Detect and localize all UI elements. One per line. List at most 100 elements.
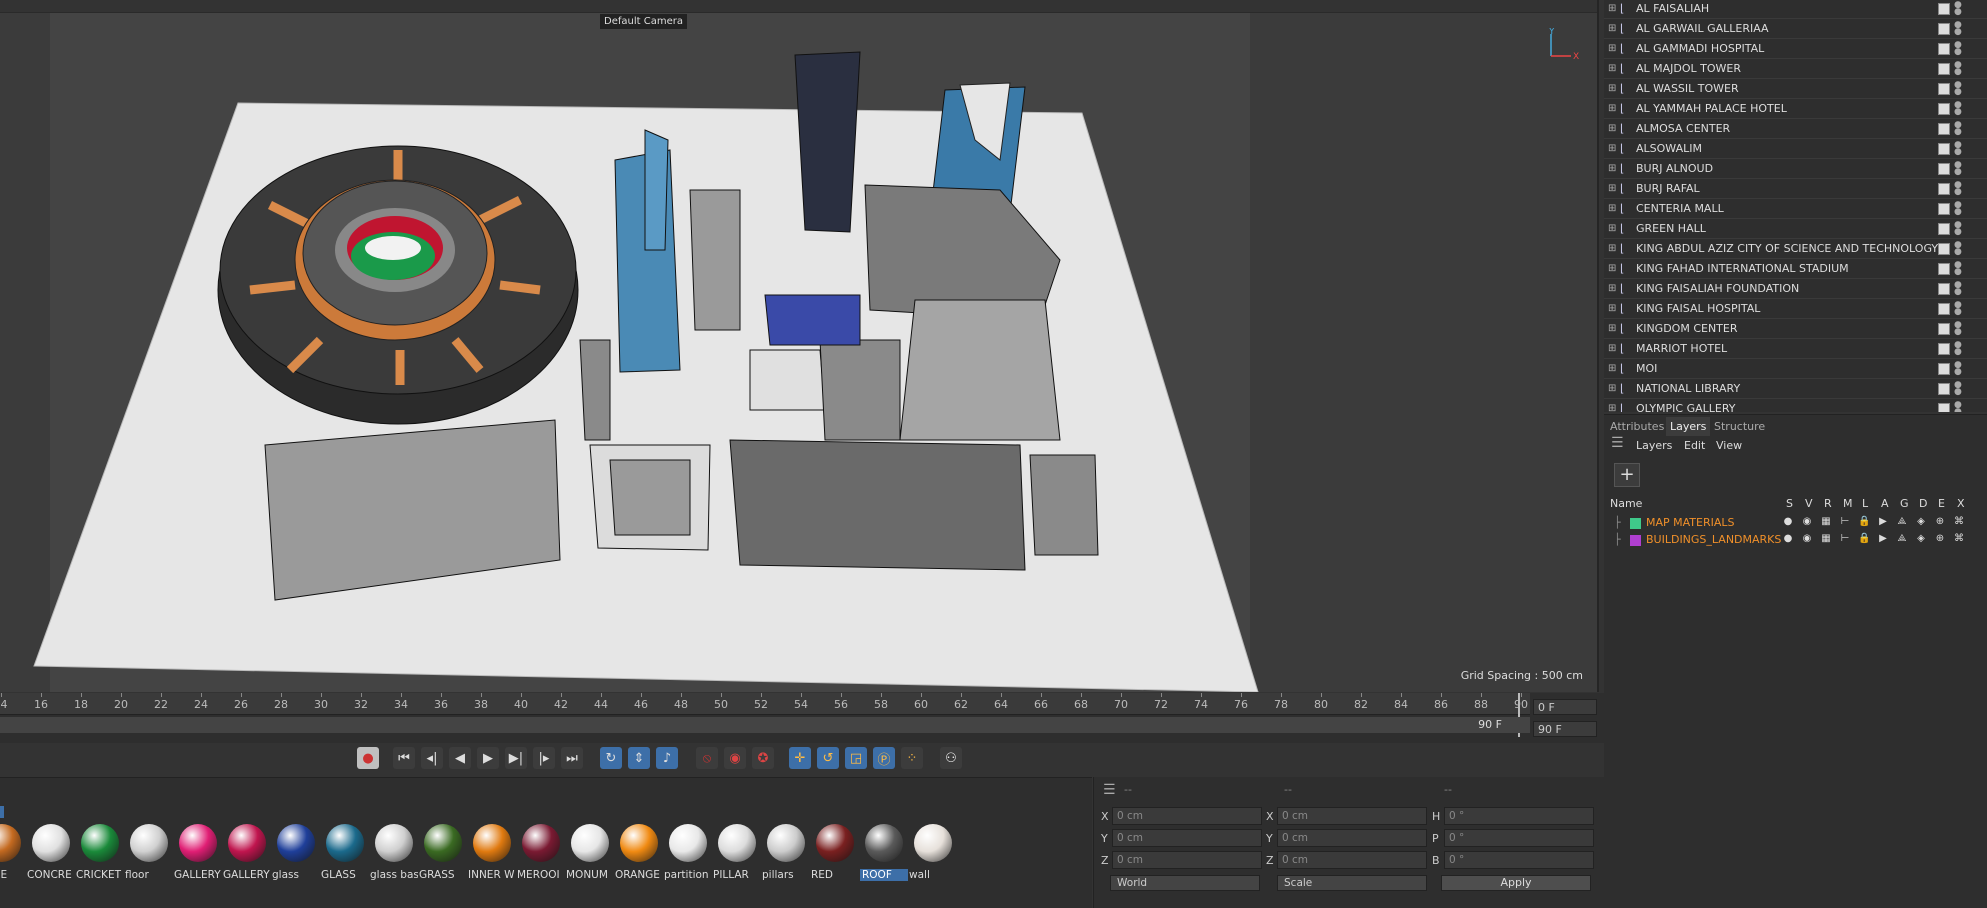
tab-attributes[interactable]: Attributes [1606, 417, 1668, 436]
menu-icon[interactable]: ☰ [1103, 782, 1116, 798]
material-swatch[interactable]: GALLERY [223, 824, 271, 888]
material-swatch[interactable]: pillars [762, 824, 810, 888]
object-dots-icon[interactable]: ● ● [1954, 101, 1962, 117]
size-x-field[interactable]: 0 cm [1277, 807, 1427, 825]
visibility-checkbox[interactable] [1938, 283, 1950, 295]
layer-toggle-icon[interactable]: ▶ [1877, 516, 1889, 528]
layer-toggle-icon[interactable]: 🔒 [1858, 516, 1870, 528]
layer-color-swatch[interactable] [1630, 518, 1641, 529]
menu-view[interactable]: View [1716, 439, 1742, 452]
object-dots-icon[interactable]: ● ● [1954, 61, 1962, 77]
rotation-icon[interactable]: ↺ [817, 747, 839, 769]
3d-viewport[interactable]: Default Camera Y X Grid Spacing : 500 cm [0, 0, 1599, 692]
object-row[interactable]: ⊞ ⌊ GREEN HALL ● ● [1604, 219, 1987, 239]
material-swatch[interactable]: RED [811, 824, 859, 888]
goto-start-icon[interactable]: ⏮ [393, 747, 415, 769]
layer-toggle-icon[interactable]: ▦ [1820, 533, 1832, 545]
size-y-field[interactable]: 0 cm [1277, 829, 1427, 847]
object-row[interactable]: ⊞ ⌊ NATIONAL LIBRARY ● ● [1604, 379, 1987, 399]
keyframe-icon[interactable]: ⇕ [628, 747, 650, 769]
expand-icon[interactable]: ⊞ [1608, 263, 1620, 274]
rot-p-field[interactable]: 0 ° [1444, 829, 1594, 847]
visibility-checkbox[interactable] [1938, 343, 1950, 355]
layer-toggle-icon[interactable]: ◈ [1915, 533, 1927, 545]
layer-row[interactable]: ├ MAP MATERIALS ● ◉ ▦ ⊢ 🔒 ▶ ⟁ ◈ ⊕ ⌘ [1604, 515, 1987, 532]
material-swatch[interactable]: GLASS [321, 824, 369, 888]
motion-record-icon[interactable]: ⦸ [696, 747, 718, 769]
layer-toggle-icon[interactable]: ▶ [1877, 533, 1889, 545]
object-row[interactable]: ⊞ ⌊ KING FAISALIAH FOUNDATION ● ● [1604, 279, 1987, 299]
visibility-checkbox[interactable] [1938, 223, 1950, 235]
autokey-icon[interactable]: ♪ [656, 747, 678, 769]
expand-icon[interactable]: ⊞ [1608, 103, 1620, 114]
object-dots-icon[interactable]: ● ● [1954, 141, 1962, 157]
object-dots-icon[interactable]: ● ● [1954, 381, 1962, 397]
layer-toggle-icon[interactable]: ◉ [1801, 516, 1813, 528]
visibility-checkbox[interactable] [1938, 43, 1950, 55]
expand-icon[interactable]: ⊞ [1608, 203, 1620, 214]
menu-edit[interactable]: Edit [1684, 439, 1705, 452]
expand-icon[interactable]: ⊞ [1608, 23, 1620, 34]
material-swatch[interactable]: MONUM [566, 824, 614, 888]
layer-toggle-icon[interactable]: ◈ [1915, 516, 1927, 528]
object-row[interactable]: ⊞ ⌊ AL YAMMAH PALACE HOTEL ● ● [1604, 99, 1987, 119]
object-row[interactable]: ⊞ ⌊ OLYMPIC GALLERY ● ● [1604, 399, 1987, 412]
material-swatch[interactable]: CRICKET [76, 824, 124, 888]
object-dots-icon[interactable]: ● ● [1954, 181, 1962, 197]
expand-icon[interactable]: ⊞ [1608, 143, 1620, 154]
expand-icon[interactable]: ⊞ [1608, 403, 1620, 412]
expand-icon[interactable]: ⊞ [1608, 43, 1620, 54]
expand-icon[interactable]: ⊞ [1608, 223, 1620, 234]
panel-menu-icon[interactable]: ☰ [1611, 435, 1624, 451]
camera-label[interactable]: Default Camera [600, 14, 687, 29]
material-swatch[interactable]: MEROOI [517, 824, 565, 888]
object-dots-icon[interactable]: ● ● [1954, 81, 1962, 97]
record-icon[interactable]: ● [357, 747, 379, 769]
object-row[interactable]: ⊞ ⌊ MARRIOT HOTEL ● ● [1604, 339, 1987, 359]
layer-toggle-icon[interactable]: ⊕ [1934, 516, 1946, 528]
expand-icon[interactable]: ⊞ [1608, 183, 1620, 194]
material-swatch[interactable]: partition [664, 824, 712, 888]
material-swatch[interactable]: PILLAR [713, 824, 761, 888]
expand-icon[interactable]: ⊞ [1608, 123, 1620, 134]
add-layer-button[interactable]: + [1614, 463, 1640, 487]
visibility-checkbox[interactable] [1938, 83, 1950, 95]
object-dots-icon[interactable]: ● ● [1954, 41, 1962, 57]
material-swatch[interactable]: GALLERY [174, 824, 222, 888]
play-back-icon[interactable]: ◀ [449, 747, 471, 769]
pos-x-field[interactable]: 0 cm [1112, 807, 1262, 825]
menu-layers[interactable]: Layers [1636, 439, 1672, 452]
material-swatch[interactable]: floor [125, 824, 173, 888]
material-swatch[interactable]: glass bas [370, 824, 418, 888]
visibility-checkbox[interactable] [1938, 123, 1950, 135]
end-frame-field[interactable]: 90 F [1533, 721, 1597, 737]
object-dots-icon[interactable]: ● ● [1954, 21, 1962, 37]
visibility-checkbox[interactable] [1938, 303, 1950, 315]
timeline[interactable]: 4 16 18 20 22 24 26 28 30 32 34 36 38 40 42 44 46 48 50 52 5… [0, 693, 1604, 743]
expand-icon[interactable]: ⊞ [1608, 243, 1620, 254]
object-row[interactable]: ⊞ ⌊ ALSOWALIM ● ● [1604, 139, 1987, 159]
material-swatch[interactable]: ROOF [860, 824, 908, 888]
object-row[interactable]: ⊞ ⌊ MOI ● ● [1604, 359, 1987, 379]
render-settings-icon[interactable]: ⚇ [940, 747, 962, 769]
tab-layers[interactable]: Layers [1666, 417, 1711, 436]
object-row[interactable]: ⊞ ⌊ KING ABDUL AZIZ CITY OF SCIENCE AND TE… [1604, 239, 1987, 259]
object-row[interactable]: ⊞ ⌊ AL MAJDOL TOWER ● ● [1604, 59, 1987, 79]
object-row[interactable]: ⊞ ⌊ AL GAMMADI HOSPITAL ● ● [1604, 39, 1987, 59]
object-dots-icon[interactable]: ● ● [1954, 341, 1962, 357]
expand-icon[interactable]: ⊞ [1608, 63, 1620, 74]
object-dots-icon[interactable]: ● ● [1954, 281, 1962, 297]
play-icon[interactable]: ▶ [477, 747, 499, 769]
object-row[interactable]: ⊞ ⌊ AL GARWAIL GALLERIAA ● ● [1604, 19, 1987, 39]
size-z-field[interactable]: 0 cm [1277, 851, 1427, 869]
layer-toggle-icon[interactable]: ● [1782, 533, 1794, 545]
visibility-checkbox[interactable] [1938, 3, 1950, 15]
layer-toggle-icon[interactable]: ◉ [1801, 533, 1813, 545]
visibility-checkbox[interactable] [1938, 143, 1950, 155]
layer-toggle-icon[interactable]: ⊢ [1839, 516, 1851, 528]
object-dots-icon[interactable]: ● ● [1954, 161, 1962, 177]
object-dots-icon[interactable]: ● ● [1954, 221, 1962, 237]
visibility-checkbox[interactable] [1938, 163, 1950, 175]
pla-icon[interactable]: ⁘ [901, 747, 923, 769]
next-key-icon[interactable]: |▸ [533, 747, 555, 769]
